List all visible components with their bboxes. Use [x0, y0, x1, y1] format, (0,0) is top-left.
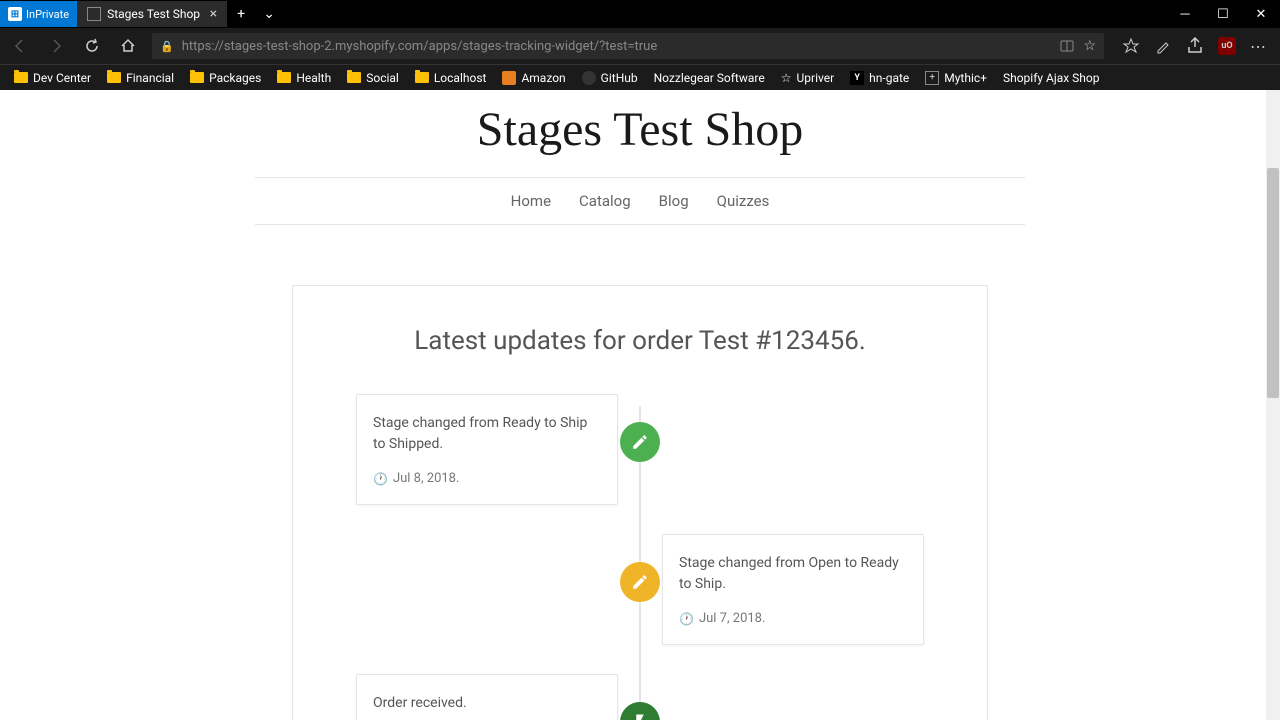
plus-icon: + — [925, 71, 939, 85]
timeline-desc: Stage changed from Ready to Ship to Ship… — [373, 413, 601, 455]
folder-icon — [415, 72, 429, 83]
notes-icon[interactable] — [1154, 37, 1172, 55]
bookmark-item[interactable]: Shopify Ajax Shop — [997, 69, 1106, 87]
minimize-button[interactable]: ─ — [1166, 0, 1204, 28]
timeline-dot-icon — [620, 702, 660, 720]
bookmark-label: Packages — [209, 71, 261, 85]
bookmark-label: Nozzlegear Software — [654, 71, 765, 85]
browser-tab[interactable]: Stages Test Shop × — [77, 1, 227, 27]
timeline-box: Order received. — [356, 674, 618, 720]
ublock-icon[interactable]: uO — [1218, 37, 1236, 55]
bookmarks-bar: Dev Center Financial Packages Health Social L… — [0, 64, 1280, 90]
site-icon — [502, 71, 516, 85]
bookmark-item[interactable]: Nozzlegear Software — [648, 69, 771, 87]
tab-title: Stages Test Shop — [107, 7, 200, 21]
bookmark-label: Shopify Ajax Shop — [1003, 71, 1100, 85]
bookmark-item[interactable]: Amazon — [496, 69, 571, 87]
maximize-button[interactable]: ☐ — [1204, 0, 1242, 28]
share-icon[interactable] — [1186, 37, 1204, 55]
close-window-button[interactable]: ✕ — [1242, 0, 1280, 28]
timeline-dot-icon — [620, 422, 660, 462]
bookmark-label: Health — [296, 71, 331, 85]
bookmark-label: GitHub — [601, 71, 638, 85]
shop-title: Stages Test Shop — [0, 90, 1280, 177]
timeline-box: Stage changed from Ready to Ship to Ship… — [356, 394, 618, 505]
timeline: Stage changed from Ready to Ship to Ship… — [293, 406, 987, 720]
bookmark-item[interactable]: + Mythic+ — [919, 69, 993, 87]
bookmark-item[interactable]: ☆ Upriver — [775, 69, 840, 87]
bookmark-item[interactable]: Packages — [184, 69, 267, 87]
tab-favicon — [87, 7, 101, 21]
bookmark-item[interactable]: Financial — [101, 69, 180, 87]
forward-button[interactable] — [44, 34, 68, 58]
timeline-dot-icon — [620, 562, 660, 602]
bookmark-label: Dev Center — [33, 71, 91, 85]
favorites-icon[interactable] — [1122, 37, 1140, 55]
nav-link[interactable]: Catalog — [579, 192, 631, 210]
nav-link[interactable]: Home — [511, 192, 551, 210]
inprivate-badge: ⊞ InPrivate — [0, 1, 77, 27]
bookmark-item[interactable]: Localhost — [409, 69, 493, 87]
folder-icon — [107, 72, 121, 83]
shop-nav: Home Catalog Blog Quizzes — [255, 177, 1025, 225]
clock-icon: 🕐 — [679, 612, 694, 626]
bookmark-item[interactable]: Social — [341, 69, 405, 87]
nav-link[interactable]: Quizzes — [717, 192, 770, 210]
timeline-date: 🕐Jul 8, 2018. — [373, 471, 601, 486]
more-icon[interactable]: ⋯ — [1250, 37, 1266, 56]
timeline-box: Stage changed from Open to Ready to Ship… — [662, 534, 924, 645]
timeline-date: 🕐Jul 7, 2018. — [679, 611, 907, 626]
page-content: Stages Test Shop HomeCatalogBlogQuizzes … — [0, 90, 1280, 720]
bookmark-item[interactable]: Yhn-gate — [844, 69, 915, 87]
nav-link[interactable]: Blog — [659, 192, 689, 210]
close-tab-icon[interactable]: × — [210, 6, 217, 22]
new-tab-button[interactable]: + — [227, 0, 255, 28]
bookmark-label: Financial — [126, 71, 174, 85]
tracking-card: Latest updates for order Test #123456. S… — [292, 285, 988, 720]
refresh-button[interactable] — [80, 34, 104, 58]
tracking-title: Latest updates for order Test #123456. — [293, 326, 987, 356]
bookmark-label: hn-gate — [869, 71, 909, 85]
back-button[interactable] — [8, 34, 32, 58]
bookmark-item[interactable]: Health — [271, 69, 337, 87]
timeline-item: Order received. — [293, 702, 987, 720]
favorite-star-icon[interactable]: ☆ — [1083, 38, 1096, 54]
bookmark-label: Mythic+ — [944, 71, 987, 85]
bookmark-item[interactable]: Dev Center — [8, 69, 97, 87]
folder-icon — [347, 72, 361, 83]
folder-icon — [190, 72, 204, 83]
tab-dropdown-icon[interactable]: ⌄ — [255, 0, 283, 28]
scrollbar-thumb[interactable] — [1267, 168, 1279, 398]
bookmark-label: Upriver — [796, 71, 834, 85]
reading-view-icon[interactable] — [1059, 38, 1075, 54]
clock-icon: 🕐 — [373, 472, 388, 486]
bookmark-label: Localhost — [434, 71, 487, 85]
timeline-desc: Order received. — [373, 693, 601, 714]
timeline-desc: Stage changed from Open to Ready to Ship… — [679, 553, 907, 595]
tab-bar: ⊞ InPrivate Stages Test Shop × + ⌄ ─ ☐ ✕ — [0, 0, 1280, 28]
bookmark-label: Amazon — [521, 71, 565, 85]
bookmark-label: Social — [366, 71, 399, 85]
hn-icon: Y — [850, 71, 864, 85]
star-icon: ☆ — [781, 71, 792, 85]
lock-icon: 🔒 — [160, 40, 174, 53]
github-icon — [582, 71, 596, 85]
inprivate-icon: ⊞ — [8, 7, 22, 21]
address-bar[interactable]: 🔒 https://stages-test-shop-2.myshopify.c… — [152, 33, 1104, 59]
scrollbar-track[interactable] — [1266, 90, 1280, 720]
nav-bar: 🔒 https://stages-test-shop-2.myshopify.c… — [0, 28, 1280, 64]
url-text: https://stages-test-shop-2.myshopify.com… — [182, 39, 1052, 54]
folder-icon — [14, 72, 28, 83]
home-button[interactable] — [116, 34, 140, 58]
inprivate-label: InPrivate — [26, 8, 69, 21]
bookmark-item[interactable]: GitHub — [576, 69, 644, 87]
folder-icon — [277, 72, 291, 83]
